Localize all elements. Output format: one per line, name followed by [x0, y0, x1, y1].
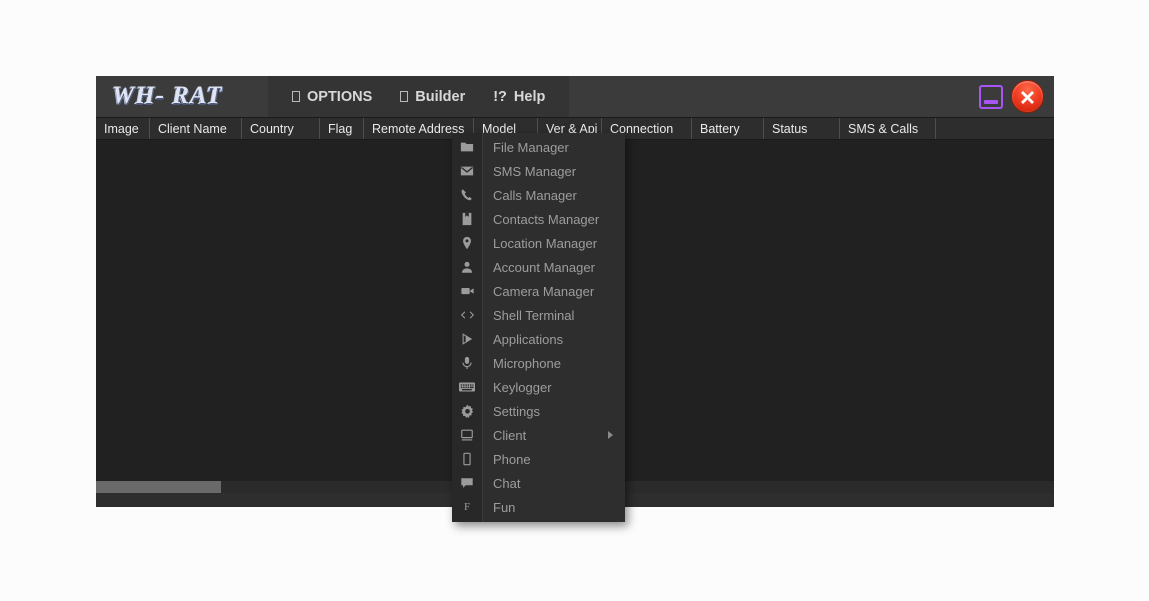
context-menu: File Manager SMS Manager Calls Manager C…	[452, 133, 625, 522]
context-menu-item-label: Calls Manager	[482, 188, 577, 203]
app-logo: WH- RAT	[96, 83, 268, 111]
context-menu-item-sms-manager[interactable]: SMS Manager	[452, 159, 625, 183]
context-menu-item-calls-manager[interactable]: Calls Manager	[452, 183, 625, 207]
close-icon	[1019, 88, 1036, 105]
column-header-flag[interactable]: Flag	[320, 118, 364, 139]
folder-icon	[452, 135, 482, 159]
context-menu-item-label: Contacts Manager	[482, 212, 599, 227]
context-menu-item-settings[interactable]: Settings	[452, 399, 625, 423]
context-menu-item-label: Client	[482, 428, 526, 443]
context-menu-item-label: Microphone	[482, 356, 561, 371]
location-pin-icon	[452, 231, 482, 255]
minimize-button[interactable]	[979, 85, 1003, 109]
monitor-icon	[452, 423, 482, 447]
context-menu-item-label: Phone	[482, 452, 531, 467]
context-menu-item-location-manager[interactable]: Location Manager	[452, 231, 625, 255]
context-menu-item-camera-manager[interactable]: Camera Manager	[452, 279, 625, 303]
context-menu-item-label: Settings	[482, 404, 540, 419]
context-menu-item-label: Applications	[482, 332, 563, 347]
contacts-icon	[452, 207, 482, 231]
gear-icon	[452, 399, 482, 423]
menubar-item-help[interactable]: !? Help	[479, 83, 559, 111]
column-header-status[interactable]: Status	[764, 118, 840, 139]
context-menu-item-account-manager[interactable]: Account Manager	[452, 255, 625, 279]
window-controls	[979, 76, 1044, 117]
context-menu-item-file-manager[interactable]: File Manager	[452, 135, 625, 159]
minimize-icon	[984, 100, 998, 104]
menubar-item-builder-label: Builder	[415, 89, 465, 105]
title-bar: WH- RAT OPTIONS Builder !? Help	[96, 76, 1054, 117]
context-menu-item-keylogger[interactable]: Keylogger	[452, 375, 625, 399]
column-header-client-name[interactable]: Client Name	[150, 118, 242, 139]
phone-icon	[452, 183, 482, 207]
column-header-sms-calls[interactable]: SMS & Calls	[840, 118, 936, 139]
letter-f-glyph: F	[464, 501, 470, 513]
missing-glyph-icon	[292, 91, 300, 102]
context-menu-item-label: Keylogger	[482, 380, 552, 395]
context-menu-item-label: SMS Manager	[482, 164, 576, 179]
context-menu-item-chat[interactable]: Chat	[452, 471, 625, 495]
context-menu-item-label: Chat	[482, 476, 520, 491]
missing-glyph-icon	[400, 91, 408, 102]
context-menu-item-contacts-manager[interactable]: Contacts Manager	[452, 207, 625, 231]
menubar-item-help-label: Help	[514, 89, 545, 105]
menubar-item-builder[interactable]: Builder	[386, 83, 479, 111]
context-menu-item-microphone[interactable]: Microphone	[452, 351, 625, 375]
context-menu-item-label: Fun	[482, 500, 515, 515]
microphone-icon	[452, 351, 482, 375]
letter-f-icon: F	[452, 495, 482, 519]
context-menu-item-client[interactable]: Client	[452, 423, 625, 447]
submenu-arrow-icon	[608, 431, 613, 439]
horizontal-scrollbar-thumb[interactable]	[96, 481, 221, 493]
chat-bubble-icon	[452, 471, 482, 495]
column-header-image[interactable]: Image	[96, 118, 150, 139]
context-menu-item-fun[interactable]: F Fun	[452, 495, 625, 519]
menubar-item-options-label: OPTIONS	[307, 89, 372, 105]
context-menu-item-label: Account Manager	[482, 260, 595, 275]
keyboard-icon	[452, 375, 482, 399]
person-icon	[452, 255, 482, 279]
smartphone-icon	[452, 447, 482, 471]
menu-bar: OPTIONS Builder !? Help	[268, 76, 569, 117]
context-menu-item-label: File Manager	[482, 140, 569, 155]
context-menu-item-shell-terminal[interactable]: Shell Terminal	[452, 303, 625, 327]
context-menu-item-applications[interactable]: Applications	[452, 327, 625, 351]
column-header-country[interactable]: Country	[242, 118, 320, 139]
context-menu-item-label: Shell Terminal	[482, 308, 574, 323]
play-apps-icon	[452, 327, 482, 351]
column-header-battery[interactable]: Battery	[692, 118, 764, 139]
envelope-icon	[452, 159, 482, 183]
context-menu-item-label: Camera Manager	[482, 284, 594, 299]
code-brackets-icon	[452, 303, 482, 327]
close-button[interactable]	[1011, 80, 1044, 113]
context-menu-item-label: Location Manager	[482, 236, 597, 251]
help-glyph-icon: !?	[493, 89, 507, 105]
context-menu-item-phone[interactable]: Phone	[452, 447, 625, 471]
video-camera-icon	[452, 279, 482, 303]
menubar-item-options[interactable]: OPTIONS	[278, 83, 386, 111]
